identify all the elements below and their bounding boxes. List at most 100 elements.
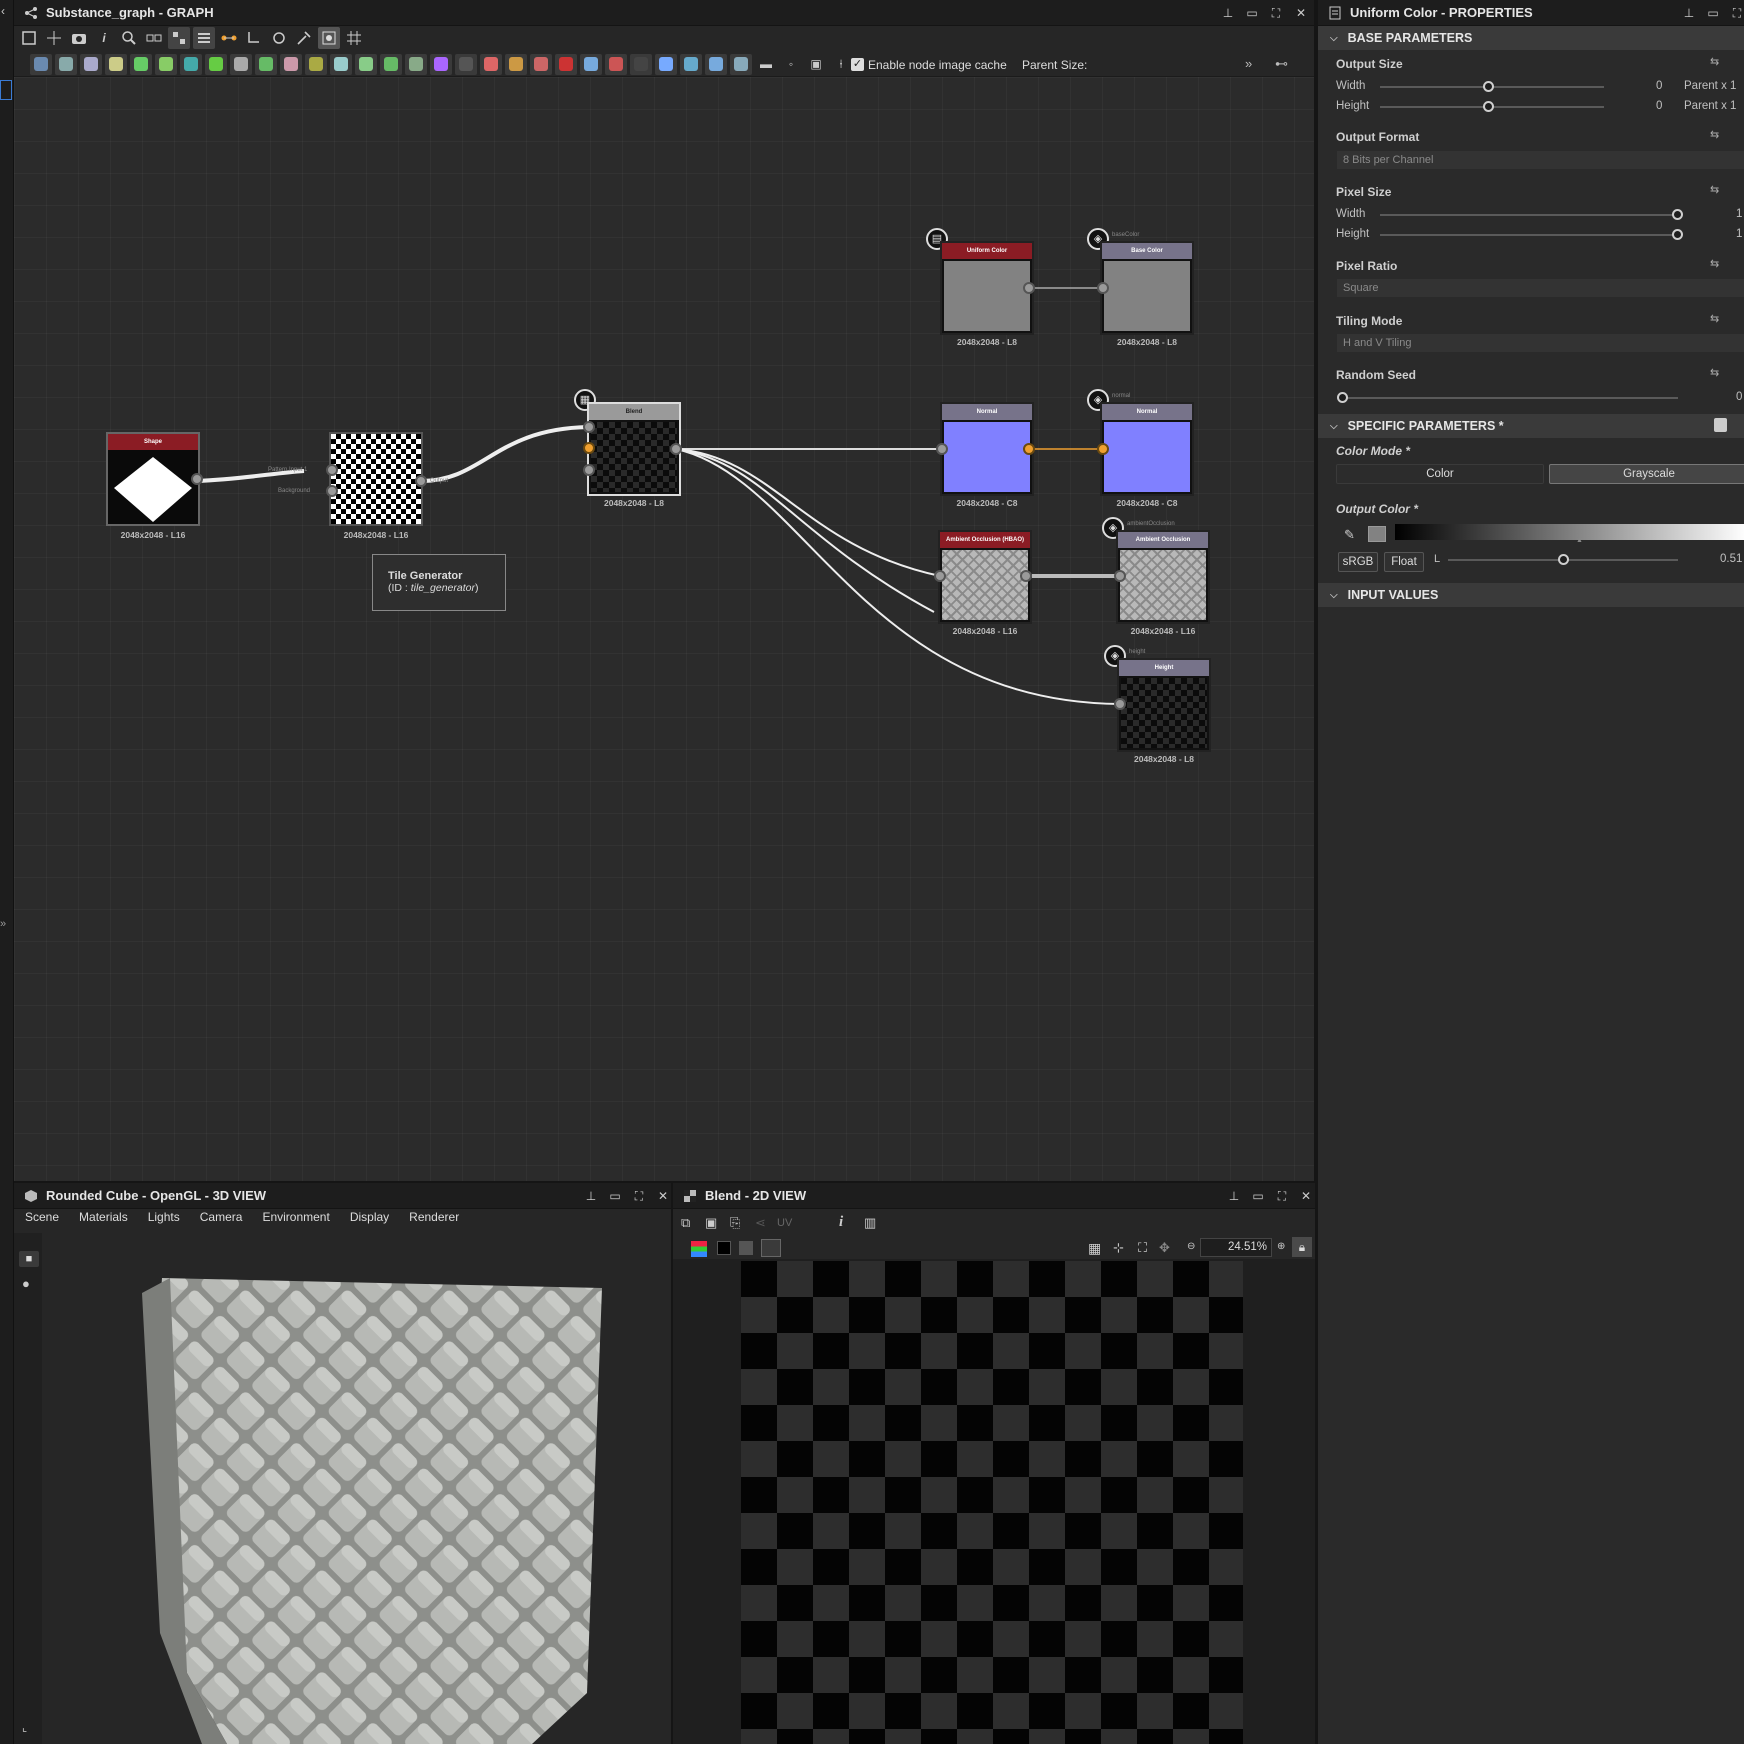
frame-all-icon[interactable] (18, 27, 40, 49)
node-library-icon[interactable] (580, 53, 602, 75)
pin-icon[interactable]: ⍿ (830, 53, 852, 75)
pixel-width-slider[interactable] (1380, 214, 1674, 216)
param-link-icon[interactable]: ⇆ (1710, 183, 1724, 196)
float-window-icon[interactable]: ▭ (1251, 1189, 1265, 1203)
zoom-in-icon[interactable]: ⊕ (1277, 1241, 1285, 1252)
node-ao-hbao[interactable]: Ambient Occlusion (HBAO) (938, 530, 1032, 624)
node-shape[interactable]: Shape (106, 432, 200, 526)
output-color-swatch[interactable] (1368, 526, 1386, 542)
pin-node-icon[interactable]: ▣ (805, 53, 827, 75)
input-values-section[interactable]: ⌵ INPUT VALUES (1318, 583, 1744, 607)
node-library-icon[interactable] (380, 53, 402, 75)
save-icon[interactable]: ▣ (705, 1215, 717, 1231)
port-uniform-out[interactable] (1023, 282, 1035, 294)
grayscale-gradient[interactable] (1395, 524, 1744, 540)
pin-icon[interactable]: ⊥ (1682, 6, 1696, 20)
close-icon[interactable]: ✕ (1294, 6, 1308, 20)
node-library-icon[interactable] (55, 53, 77, 75)
info-icon[interactable]: i (93, 27, 115, 49)
base-parameters-section[interactable]: ⌵ BASE PARAMETERS (1318, 26, 1744, 50)
pin-icon[interactable]: ⊥ (584, 1189, 598, 1203)
node-library-icon[interactable] (555, 53, 577, 75)
output-width-knob[interactable] (1483, 81, 1494, 92)
node-library-icon[interactable] (730, 53, 752, 75)
channels-icon[interactable] (739, 1241, 753, 1255)
param-link-icon[interactable]: ⇆ (1710, 55, 1724, 68)
output-height-knob[interactable] (1483, 101, 1494, 112)
port-blend-in-3[interactable] (583, 464, 595, 476)
maximize-icon[interactable]: ⛶ (632, 1189, 646, 1203)
port-ao-output-in[interactable] (1114, 570, 1126, 582)
node-library-icon[interactable] (480, 53, 502, 75)
refresh-icon[interactable] (268, 27, 290, 49)
random-seed-knob[interactable] (1337, 392, 1348, 403)
zoom-field[interactable]: 24.51% (1200, 1238, 1272, 1257)
port-ao-hbao-in[interactable] (934, 570, 946, 582)
float-window-icon[interactable]: ▭ (1706, 6, 1720, 20)
pixel-width-knob[interactable] (1672, 209, 1683, 220)
menu-item-lights[interactable]: Lights (148, 1210, 180, 1224)
uv-dropdown[interactable]: UV (777, 1217, 792, 1229)
pixel-height-knob[interactable] (1672, 229, 1683, 240)
graph-canvas[interactable]: Shape 2048x2048 - L16 Pattern Input 1 Ba… (14, 77, 1314, 1181)
menu-item-camera[interactable]: Camera (200, 1210, 243, 1224)
param-link-icon[interactable]: ⇆ (1710, 257, 1724, 270)
port-height-in[interactable] (1114, 698, 1126, 710)
node-library-icon[interactable] (505, 53, 527, 75)
port-tile-in-pattern[interactable] (326, 464, 338, 476)
node-library-icon[interactable] (530, 53, 552, 75)
comment-icon[interactable]: ▬ (755, 53, 777, 75)
camera-icon[interactable] (68, 27, 90, 49)
node-uniform-color[interactable]: Uniform Color (940, 241, 1034, 335)
path-icon[interactable] (243, 27, 265, 49)
port-tile-out[interactable] (415, 475, 427, 487)
float-button[interactable]: Float (1384, 552, 1424, 572)
close-icon[interactable]: ✕ (656, 1189, 670, 1203)
node-blend[interactable]: Blend (587, 402, 681, 496)
color-mode-grayscale-button[interactable]: Grayscale (1549, 464, 1744, 484)
menu-item-renderer[interactable]: Renderer (409, 1210, 459, 1224)
luminance-knob[interactable] (1558, 554, 1569, 565)
tiling-mode-dropdown[interactable]: H and V Tiling (1336, 333, 1744, 353)
menu-item-display[interactable]: Display (350, 1210, 389, 1224)
node-library-icon[interactable] (430, 53, 452, 75)
port-normal-in[interactable] (936, 443, 948, 455)
maximize-icon[interactable]: ⛶ (1269, 6, 1283, 20)
video-camera-icon[interactable]: ■ (19, 1251, 39, 1267)
maximize-icon[interactable]: ⛶ (1275, 1189, 1289, 1203)
node-base-color[interactable]: Base Color (1100, 241, 1194, 335)
light-bulb-icon[interactable]: ● (22, 1276, 30, 1291)
node-library-icon[interactable] (30, 53, 52, 75)
node-normal-output[interactable]: Normal (1100, 402, 1194, 496)
param-link-icon[interactable]: ⇆ (1710, 312, 1724, 325)
menu-item-materials[interactable]: Materials (79, 1210, 128, 1224)
connect-icon[interactable] (218, 27, 240, 49)
float-window-icon[interactable]: ▭ (1245, 6, 1259, 20)
node-library-icon[interactable] (105, 53, 127, 75)
port-normal-output-in[interactable] (1097, 443, 1109, 455)
output-format-dropdown[interactable]: 8 Bits per Channel (1336, 150, 1744, 170)
node-library-icon[interactable] (330, 53, 352, 75)
center-icon[interactable]: ✥ (1159, 1240, 1170, 1256)
menu-item-environment[interactable]: Environment (262, 1210, 329, 1224)
pin-icon[interactable]: ⊥ (1221, 6, 1235, 20)
3d-viewport[interactable] (42, 1233, 671, 1744)
port-ao-hbao-out[interactable] (1020, 570, 1032, 582)
layers-icon[interactable] (691, 1241, 707, 1257)
zoom-out-icon[interactable]: ⊖ (1187, 1241, 1195, 1252)
node-library-icon[interactable] (130, 53, 152, 75)
node-library-icon[interactable] (455, 53, 477, 75)
info-icon[interactable]: i (839, 1214, 843, 1231)
node-ao-output[interactable]: Ambient Occlusion (1116, 530, 1210, 624)
node-normal[interactable]: Normal (940, 402, 1034, 496)
eyedropper-icon[interactable]: ✎ (1344, 527, 1355, 543)
pixel-height-slider[interactable] (1380, 234, 1674, 236)
node-library-icon[interactable] (355, 53, 377, 75)
node-library-icon[interactable] (155, 53, 177, 75)
cache-checkbox[interactable]: ✓ (851, 58, 864, 71)
color-mode-color-button[interactable]: Color (1336, 464, 1544, 484)
collapse-left-icon[interactable]: ‹ (1, 4, 5, 18)
frame-icon[interactable]: ◦ (780, 53, 802, 75)
param-link-icon[interactable]: ⇆ (1710, 366, 1724, 379)
node-library-icon[interactable] (705, 53, 727, 75)
